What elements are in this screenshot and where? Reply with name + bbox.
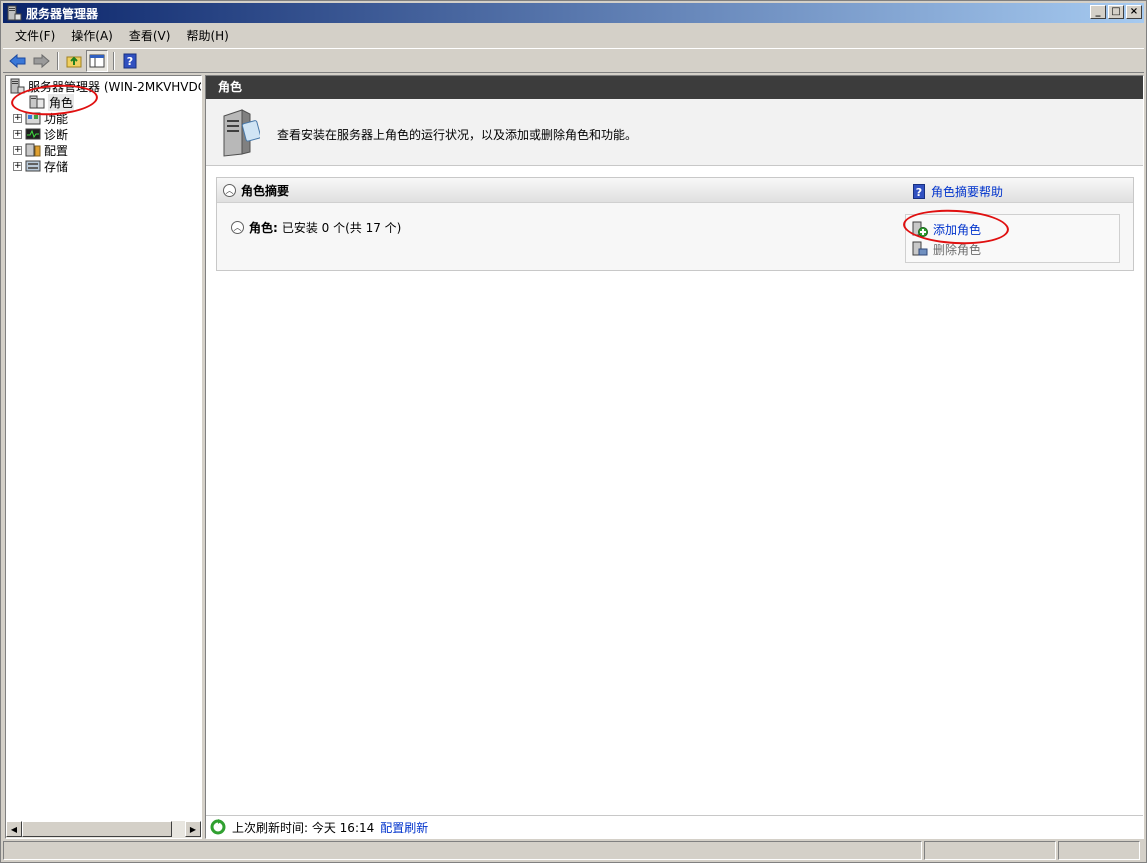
intro-text: 查看安装在服务器上角色的运行状况，以及添加或删除角色和功能。 xyxy=(277,128,638,142)
arrow-right-icon: ▶ xyxy=(189,824,197,834)
roles-count-label: 角色: xyxy=(249,221,278,235)
folder-up-icon xyxy=(66,56,82,67)
status-cell xyxy=(1058,841,1140,860)
tree-item-roles[interactable]: 角色 xyxy=(29,93,75,111)
scroll-right-button[interactable]: ▶ xyxy=(185,821,201,837)
svg-text:?: ? xyxy=(127,55,133,68)
roles-subsection: ︿ 角色: 已安装 0 个(共 17 个) 添加角色 删除角色 xyxy=(217,214,1133,264)
toolbar-separator xyxy=(113,51,115,70)
remove-roles-label: 删除角色 xyxy=(933,242,982,257)
collapse-section-button[interactable]: ︿ xyxy=(223,183,236,197)
add-roles-label: 添加角色 xyxy=(933,222,982,237)
up-level-button[interactable] xyxy=(63,50,85,72)
close-icon: × xyxy=(1129,6,1139,17)
tree-item-label: 角色 xyxy=(48,93,75,111)
help-link-label: 角色摘要帮助 xyxy=(931,185,1004,199)
show-hide-console-tree-button[interactable] xyxy=(86,49,108,72)
help-button[interactable]: ? xyxy=(119,50,141,72)
title-bar: 服务器管理器 _ □ × xyxy=(3,3,1144,23)
server-icon xyxy=(9,78,25,94)
roles-summary-help-link[interactable]: ? 角色摘要帮助 xyxy=(913,183,1003,200)
tree-horizontal-scrollbar[interactable]: ◀ ▶ xyxy=(6,821,201,838)
roles-count-value: 已安装 0 个(共 17 个) xyxy=(281,221,402,235)
status-cell xyxy=(924,841,1056,860)
storage-icon xyxy=(25,158,41,174)
toolbar: ? xyxy=(3,48,1144,73)
menu-help[interactable]: 帮助(H) xyxy=(178,26,236,46)
menu-bar: 文件(F) 操作(A) 查看(V) 帮助(H) xyxy=(3,25,1144,47)
roles-summary-section: ︿ 角色摘要 ? 角色摘要帮助 ︿ 角色: 已安装 0 个(共 17 个) 添加… xyxy=(216,177,1134,271)
expand-icon[interactable]: + xyxy=(13,113,22,123)
help-icon: ? xyxy=(123,53,137,68)
add-roles-link[interactable]: 添加角色 xyxy=(912,220,981,238)
window-status-bar xyxy=(3,841,1144,861)
help-book-icon: ? xyxy=(913,184,925,199)
configure-refresh-link[interactable]: 配置刷新 xyxy=(380,819,428,836)
maximize-icon: □ xyxy=(1111,6,1121,17)
details-pane: 角色 查看安装在服务器上角色的运行状况，以及添加或删除角色和功能。 ︿ 角色摘要… xyxy=(205,75,1144,839)
back-arrow-icon xyxy=(9,53,26,68)
collapse-subsection-button[interactable]: ︿ xyxy=(231,221,244,234)
configuration-icon xyxy=(25,142,41,158)
remove-roles-link[interactable]: 删除角色 xyxy=(912,240,981,258)
tree-item-label: 存储 xyxy=(44,159,69,174)
tree-item-configuration[interactable]: + 配置 xyxy=(13,142,68,158)
minimize-button[interactable]: _ xyxy=(1090,5,1106,19)
refresh-status-bar: 上次刷新时间: 今天 16:14 配置刷新 xyxy=(206,815,1143,838)
intro-banner: 查看安装在服务器上角色的运行状况，以及添加或删除角色和功能。 xyxy=(206,99,1143,166)
roles-icon xyxy=(29,94,45,110)
tree-item-diagnostics[interactable]: + 诊断 xyxy=(13,126,68,142)
refresh-icon xyxy=(210,819,226,835)
tree-item-features[interactable]: + 功能 xyxy=(13,110,68,126)
console-tree-pane: 服务器管理器 (WIN-2MKVHVDOS5 角色 + 功能 + xyxy=(5,75,202,839)
tree-item-storage[interactable]: + 存储 xyxy=(13,158,68,174)
server-roles-large-icon xyxy=(220,108,262,158)
status-cell xyxy=(3,841,922,860)
expand-icon[interactable]: + xyxy=(13,145,22,155)
scroll-left-button[interactable]: ◀ xyxy=(6,821,22,837)
minimize-icon: _ xyxy=(1095,6,1101,17)
forward-button[interactable] xyxy=(30,50,52,72)
content-header: 角色 xyxy=(206,76,1143,99)
tree-item-server-manager[interactable]: 服务器管理器 (WIN-2MKVHVDOS5 xyxy=(9,78,201,94)
forward-arrow-icon xyxy=(33,53,50,68)
tree-item-label: 功能 xyxy=(44,111,69,126)
remove-role-icon xyxy=(912,241,928,257)
section-title: 角色摘要 xyxy=(241,183,290,198)
menu-file[interactable]: 文件(F) xyxy=(7,26,63,46)
toolbar-separator xyxy=(57,51,59,70)
menu-view[interactable]: 查看(V) xyxy=(121,26,179,46)
tree-item-label: 诊断 xyxy=(44,127,69,142)
last-refresh-text: 上次刷新时间: 今天 16:14 xyxy=(232,820,375,835)
window-title: 服务器管理器 xyxy=(26,6,99,21)
diagnostics-icon xyxy=(25,126,41,142)
scroll-track[interactable] xyxy=(22,821,185,838)
scroll-thumb[interactable] xyxy=(22,821,172,837)
server-manager-icon xyxy=(6,5,22,21)
features-icon xyxy=(25,110,41,126)
arrow-left-icon: ◀ xyxy=(10,824,18,834)
roles-summary-header: ︿ 角色摘要 ? 角色摘要帮助 xyxy=(217,178,1133,203)
add-role-icon xyxy=(912,221,928,237)
console-tree-icon xyxy=(89,54,105,67)
menu-action[interactable]: 操作(A) xyxy=(63,26,121,46)
expand-icon[interactable]: + xyxy=(13,161,22,171)
close-button[interactable]: × xyxy=(1126,5,1142,19)
tree-item-label: 配置 xyxy=(44,143,69,158)
server-manager-window: 服务器管理器 _ □ × 文件(F) 操作(A) 查看(V) 帮助(H) ? 服… xyxy=(0,0,1147,863)
back-button[interactable] xyxy=(7,50,29,72)
expand-icon[interactable]: + xyxy=(13,129,22,139)
roles-actions: 添加角色 删除角色 xyxy=(905,214,1120,263)
maximize-button[interactable]: □ xyxy=(1108,5,1124,19)
tree-item-label: 服务器管理器 (WIN-2MKVHVDOS5 xyxy=(28,79,201,94)
